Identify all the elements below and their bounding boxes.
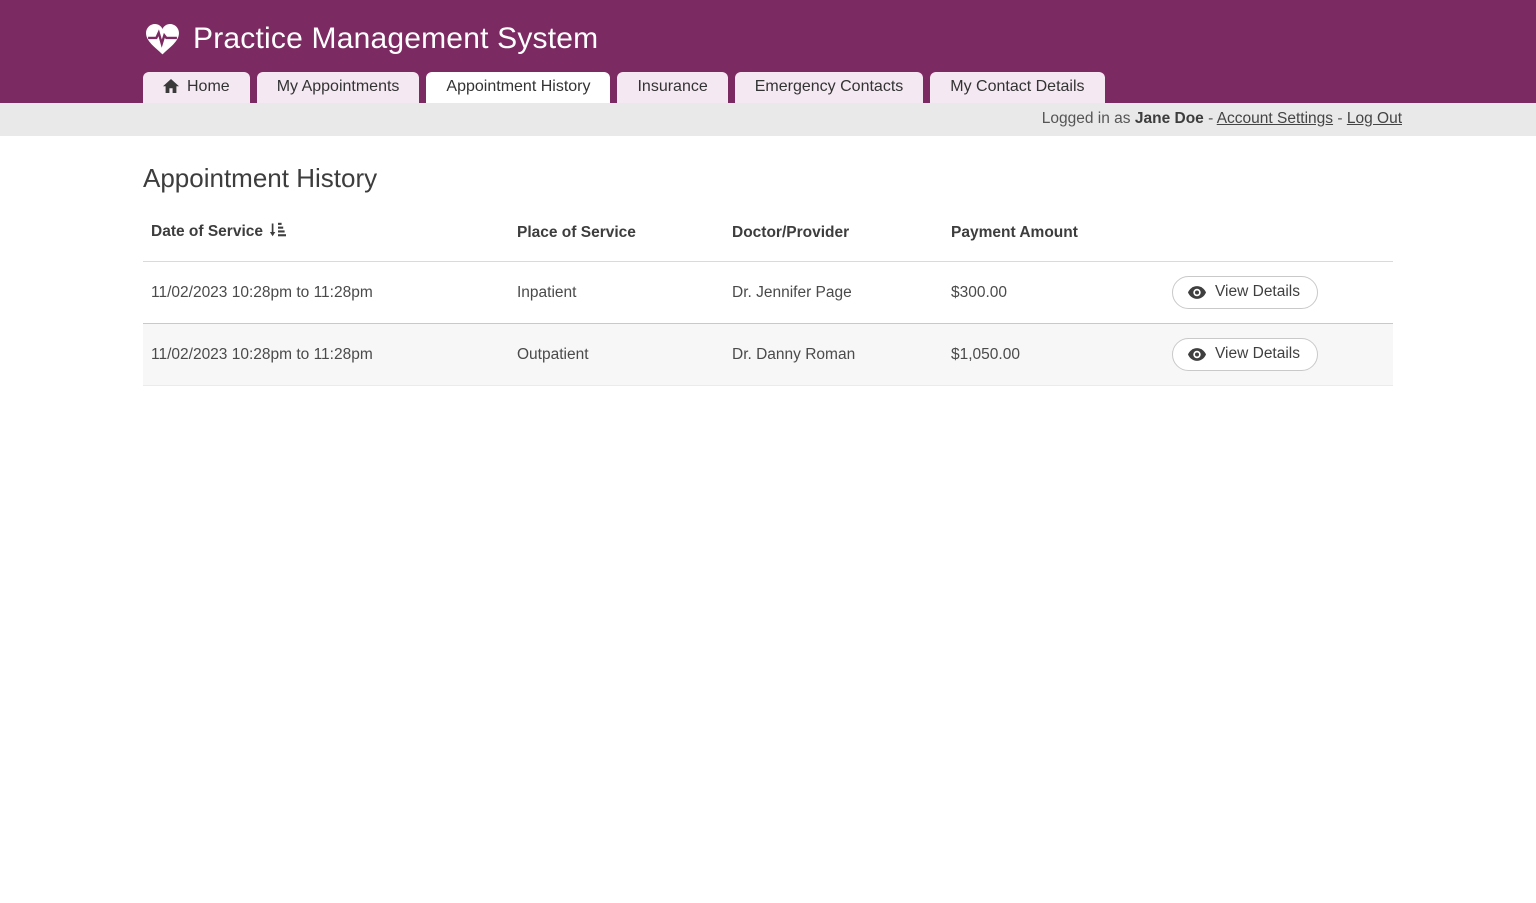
tab-label: Home xyxy=(187,78,230,96)
cell-date-of-service: 11/02/2023 10:28pm to 11:28pm xyxy=(143,324,509,386)
view-details-label: View Details xyxy=(1215,283,1300,301)
tab-label: My Contact Details xyxy=(950,78,1084,96)
column-header-payment-amount: Payment Amount xyxy=(943,208,1172,262)
home-icon xyxy=(163,79,179,93)
eye-icon xyxy=(1188,348,1206,361)
table-header-row: Date of Service Place of Service Doctor/… xyxy=(143,208,1393,262)
separator: - xyxy=(1337,110,1342,127)
app-title: Practice Management System xyxy=(193,22,598,56)
logged-in-prefix: Logged in as xyxy=(1042,110,1131,127)
tab-emergency-contacts[interactable]: Emergency Contacts xyxy=(735,72,924,103)
heart-pulse-icon xyxy=(145,23,180,56)
view-details-button[interactable]: View Details xyxy=(1172,338,1318,371)
cell-actions: View Details xyxy=(1172,324,1393,386)
sort-ascending-icon xyxy=(269,222,286,243)
tab-my-appointments[interactable]: My Appointments xyxy=(257,72,420,103)
cell-payment-amount: $1,050.00 xyxy=(943,324,1172,386)
appointment-table-body: 11/02/2023 10:28pm to 11:28pm Inpatient … xyxy=(143,262,1393,386)
user-bar: Logged in as Jane Doe - Account Settings… xyxy=(0,103,1536,136)
tab-home[interactable]: Home xyxy=(143,72,250,103)
tab-label: Insurance xyxy=(637,78,707,96)
appointment-row: 11/02/2023 10:28pm to 11:28pm Outpatient… xyxy=(143,324,1393,386)
tab-insurance[interactable]: Insurance xyxy=(617,72,727,103)
tab-label: Appointment History xyxy=(446,78,590,96)
view-details-button[interactable]: View Details xyxy=(1172,276,1318,309)
column-header-actions xyxy=(1172,208,1393,262)
cell-doctor-provider: Dr. Jennifer Page xyxy=(724,262,943,324)
tab-my-contact-details[interactable]: My Contact Details xyxy=(930,72,1104,103)
tab-label: Emergency Contacts xyxy=(755,78,904,96)
separator: - xyxy=(1208,110,1213,127)
cell-payment-amount: $300.00 xyxy=(943,262,1172,324)
main-nav: Home My Appointments Appointment History… xyxy=(143,72,1393,103)
app-header: Practice Management System Home My Appoi… xyxy=(0,0,1536,103)
cell-place-of-service: Inpatient xyxy=(509,262,724,324)
eye-icon xyxy=(1188,286,1206,299)
page-title: Appointment History xyxy=(143,163,1393,194)
appointment-row: 11/02/2023 10:28pm to 11:28pm Inpatient … xyxy=(143,262,1393,324)
cell-place-of-service: Outpatient xyxy=(509,324,724,386)
column-header-doctor-provider: Doctor/Provider xyxy=(724,208,943,262)
log-out-link[interactable]: Log Out xyxy=(1347,110,1402,127)
tab-label: My Appointments xyxy=(277,78,400,96)
cell-actions: View Details xyxy=(1172,262,1393,324)
cell-date-of-service: 11/02/2023 10:28pm to 11:28pm xyxy=(143,262,509,324)
logged-in-username: Jane Doe xyxy=(1135,110,1204,127)
column-header-place-of-service: Place of Service xyxy=(509,208,724,262)
column-header-date-of-service[interactable]: Date of Service xyxy=(143,208,509,262)
brand: Practice Management System xyxy=(143,16,1393,72)
account-settings-link[interactable]: Account Settings xyxy=(1217,110,1333,127)
main-content: Appointment History Date of Service xyxy=(143,136,1393,386)
appointment-history-table: Date of Service Place of Service Doctor/… xyxy=(143,208,1393,386)
tab-appointment-history[interactable]: Appointment History xyxy=(426,72,610,103)
view-details-label: View Details xyxy=(1215,345,1300,363)
cell-doctor-provider: Dr. Danny Roman xyxy=(724,324,943,386)
